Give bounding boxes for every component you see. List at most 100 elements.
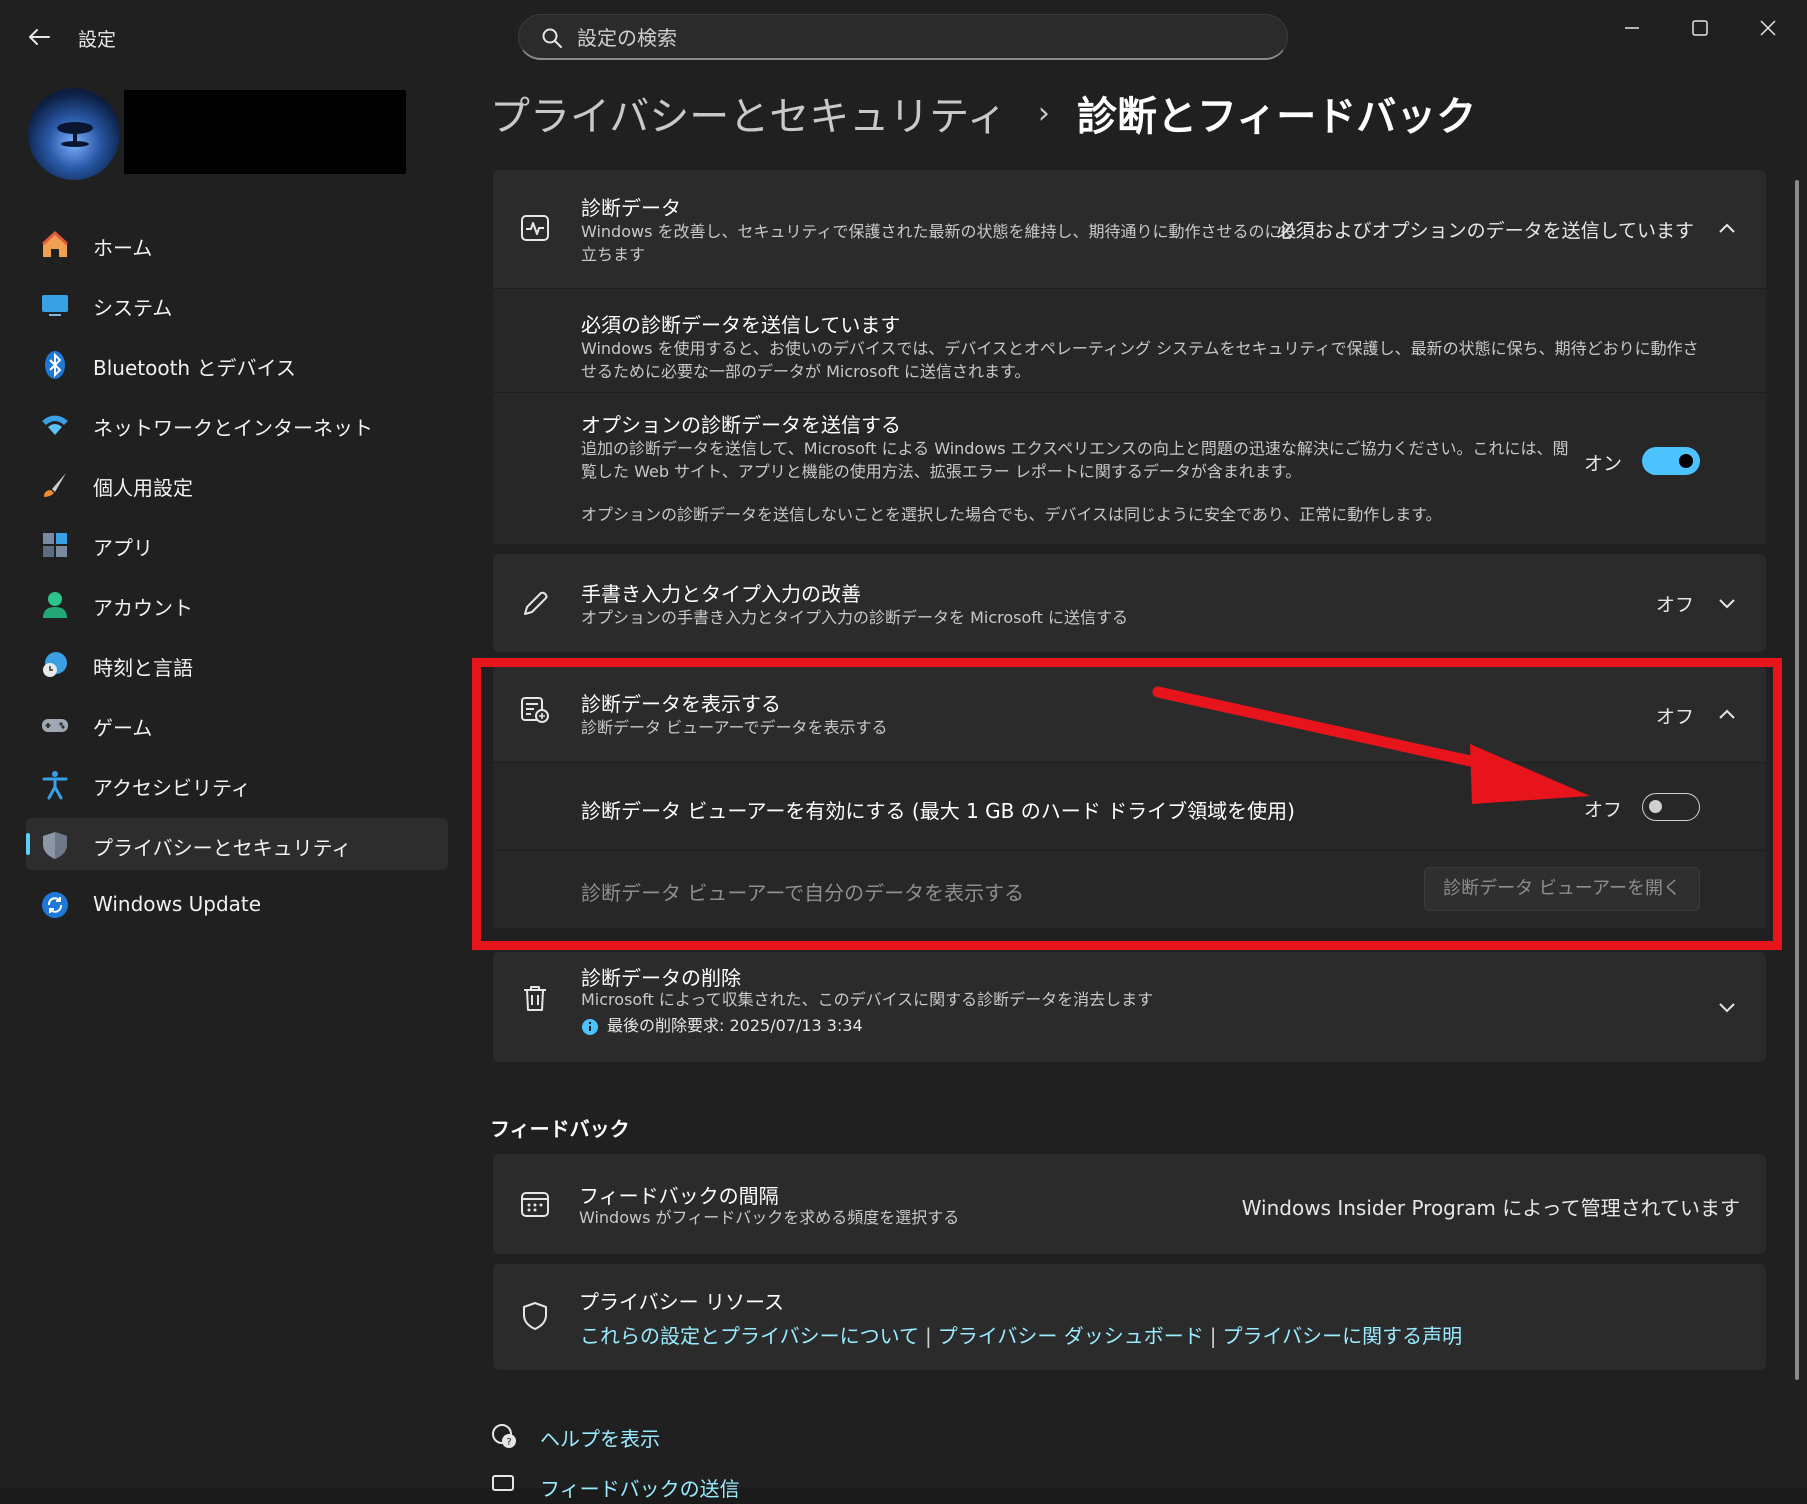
feedback-frequency-card: フィードバックの間隔 Windows がフィードバックを求める頻度を選択する W… xyxy=(493,1154,1766,1254)
sidebar-item-bluetooth[interactable]: Bluetooth とデバイス xyxy=(26,338,448,390)
settings-window: 設定 ホーム xyxy=(0,0,1807,1501)
sidebar-item-privacy-security[interactable]: プライバシーとセキュリティ xyxy=(26,818,448,870)
sidebar-item-label: アプリ xyxy=(93,536,153,560)
optional-data-toggle[interactable] xyxy=(1642,447,1700,475)
back-button[interactable] xyxy=(24,22,54,52)
enable-viewer-row: 診断データ ビューアーを有効にする (最大 1 GB のハード ドライブ領域を使… xyxy=(493,762,1766,850)
chevron-down-icon[interactable] xyxy=(1716,996,1738,1018)
sidebar-item-personalization[interactable]: 個人用設定 xyxy=(26,458,448,510)
send-feedback-link[interactable]: フィードバックの送信 xyxy=(490,1468,890,1504)
diagnostic-data-card: 診断データ Windows を改善し、セキュリティで保護された最新の状態を維持し… xyxy=(493,170,1766,544)
get-help-link[interactable]: ? ヘルプを表示 xyxy=(490,1418,890,1454)
sidebar-item-windows-update[interactable]: Windows Update xyxy=(26,878,448,930)
search-icon xyxy=(542,28,562,48)
search-box[interactable] xyxy=(518,14,1288,60)
view-diagnostic-data-status: オフ xyxy=(1655,706,1694,728)
optional-data-description: 追加の診断データを送信して、Microsoft による Windows エクスペ… xyxy=(581,439,1569,481)
avatar-tree-image xyxy=(57,122,93,147)
chevron-up-icon[interactable] xyxy=(1716,218,1738,240)
diagnostic-data-status: 必須およびオプションのデータを送信しています xyxy=(1276,220,1694,242)
wifi-icon xyxy=(42,415,68,435)
required-data-row: 必須の診断データを送信しています Windows を使用すると、お使いのデバイス… xyxy=(493,288,1766,392)
sidebar-item-label: ホーム xyxy=(93,236,153,260)
optional-data-note: オプションの診断データを送信しないことを選択した場合でも、デバイスは同じように安… xyxy=(581,505,1442,524)
feedback-frequency-status: Windows Insider Program によって管理されています xyxy=(1241,1196,1740,1220)
chevron-down-icon[interactable] xyxy=(1716,592,1738,614)
view-diagnostic-data-description: 診断データ ビューアーでデータを表示する xyxy=(581,718,888,737)
breadcrumb-separator: › xyxy=(1037,95,1050,131)
inking-typing-status: オフ xyxy=(1655,594,1694,616)
privacy-resources-title: プライバシー リソース xyxy=(579,1290,784,1314)
delete-diagnostic-data-card[interactable]: 診断データの削除 Microsoft によって収集された、このデバイスに関する診… xyxy=(493,952,1766,1062)
sidebar-item-home[interactable]: ホーム xyxy=(26,218,448,270)
pen-icon xyxy=(524,591,548,615)
app-title: 設定 xyxy=(78,29,117,51)
sidebar-item-accounts[interactable]: アカウント xyxy=(26,578,448,630)
view-diagnostic-data-header[interactable]: 診断データを表示する 診断データ ビューアーでデータを表示する オフ xyxy=(493,664,1766,762)
chevron-up-icon[interactable] xyxy=(1716,704,1738,726)
sidebar-nav: ホーム システム Bluetooth とデバイス ネットワークとインターネット … xyxy=(26,218,448,938)
accessibility-icon xyxy=(42,771,68,800)
minimize-button[interactable] xyxy=(1602,6,1662,46)
sidebar-item-apps[interactable]: アプリ xyxy=(26,518,448,570)
privacy-settings-link[interactable]: これらの設定とプライバシーについて xyxy=(580,1324,919,1348)
toggle-knob xyxy=(1679,454,1693,468)
sidebar-item-label: Bluetooth とデバイス xyxy=(93,356,296,380)
privacy-resources-links: これらの設定とプライバシーについて | プライバシー ダッシュボード | プライバシーに… xyxy=(580,1320,1462,1349)
toggle-knob xyxy=(1649,800,1662,813)
shield-icon xyxy=(43,832,67,859)
home-icon xyxy=(41,230,69,257)
open-diagnostic-viewer-button[interactable]: 診断データ ビューアーを開く xyxy=(1424,867,1700,911)
data-viewer-icon xyxy=(521,697,549,723)
activity-icon xyxy=(521,215,549,241)
required-data-title: 必須の診断データを送信しています xyxy=(581,313,901,337)
view-diagnostic-data-card: 診断データを表示する 診断データ ビューアーでデータを表示する オフ 診断データ… xyxy=(493,664,1766,928)
maximize-icon xyxy=(1692,20,1708,36)
sidebar-item-network[interactable]: ネットワークとインターネット xyxy=(26,398,448,450)
diagnostic-data-title: 診断データ xyxy=(581,196,681,220)
enable-viewer-toggle-label: オフ xyxy=(1583,799,1622,821)
privacy-dashboard-link[interactable]: プライバシー ダッシュボード xyxy=(938,1324,1204,1348)
search-input[interactable] xyxy=(575,21,1259,55)
time-language-icon xyxy=(43,652,67,677)
diagnostic-data-header[interactable]: 診断データ Windows を改善し、セキュリティで保護された最新の状態を維持し… xyxy=(493,170,1766,288)
sidebar-item-gaming[interactable]: ゲーム xyxy=(26,698,448,750)
sidebar-item-label: アクセシビリティ xyxy=(93,776,251,800)
view-diagnostic-data-title: 診断データを表示する xyxy=(581,692,781,716)
account-name-redacted xyxy=(124,90,406,174)
view-in-viewer-title: 診断データ ビューアーで自分のデータを表示する xyxy=(581,881,1025,905)
sidebar-item-system[interactable]: システム xyxy=(26,278,448,330)
breadcrumb: プライバシーとセキュリティ › 診断とフィードバック xyxy=(490,84,1476,144)
trash-icon xyxy=(524,986,546,1011)
breadcrumb-parent-link[interactable]: プライバシーとセキュリティ xyxy=(490,94,1007,140)
shield-outline-icon xyxy=(523,1302,547,1330)
sidebar-item-accessibility[interactable]: アクセシビリティ xyxy=(26,758,448,810)
maximize-button[interactable] xyxy=(1670,6,1730,46)
close-icon xyxy=(1760,20,1776,36)
inking-typing-card[interactable]: 手書き入力とタイプ入力の改善 オプションの手書き入力とタイプ入力の診断データを … xyxy=(493,554,1766,652)
info-icon xyxy=(582,1019,598,1035)
inking-typing-description: オプションの手書き入力とタイプ入力の診断データを Microsoft に送信する xyxy=(581,608,1128,627)
bluetooth-icon xyxy=(45,351,65,379)
scrollbar[interactable] xyxy=(1795,180,1799,1380)
svg-text:?: ? xyxy=(506,1437,511,1448)
calendar-icon xyxy=(521,1192,549,1217)
privacy-statement-link[interactable]: プライバシーに関する声明 xyxy=(1222,1324,1462,1348)
page-title: 診断とフィードバック xyxy=(1077,94,1477,140)
sidebar-item-label: プライバシーとセキュリティ xyxy=(93,836,352,860)
close-button[interactable] xyxy=(1738,6,1798,46)
link-separator: | xyxy=(925,1324,932,1348)
help-chat-icon: ? xyxy=(492,1424,516,1448)
system-icon xyxy=(42,295,68,316)
selected-indicator xyxy=(26,833,30,855)
sidebar-item-label: ゲーム xyxy=(93,716,153,740)
sidebar-item-time-language[interactable]: 時刻と言語 xyxy=(26,638,448,690)
title-bar: 設定 xyxy=(0,0,1807,70)
feedback-icon xyxy=(492,1475,514,1491)
gamepad-icon xyxy=(42,719,68,732)
last-delete-request: 最後の削除要求: 2025/07/13 3:34 xyxy=(607,1016,863,1035)
feedback-frequency-description: Windows がフィードバックを求める頻度を選択する xyxy=(579,1208,960,1227)
enable-viewer-toggle[interactable] xyxy=(1642,793,1700,821)
get-help-label: ヘルプを表示 xyxy=(540,1427,660,1451)
avatar xyxy=(28,88,120,180)
